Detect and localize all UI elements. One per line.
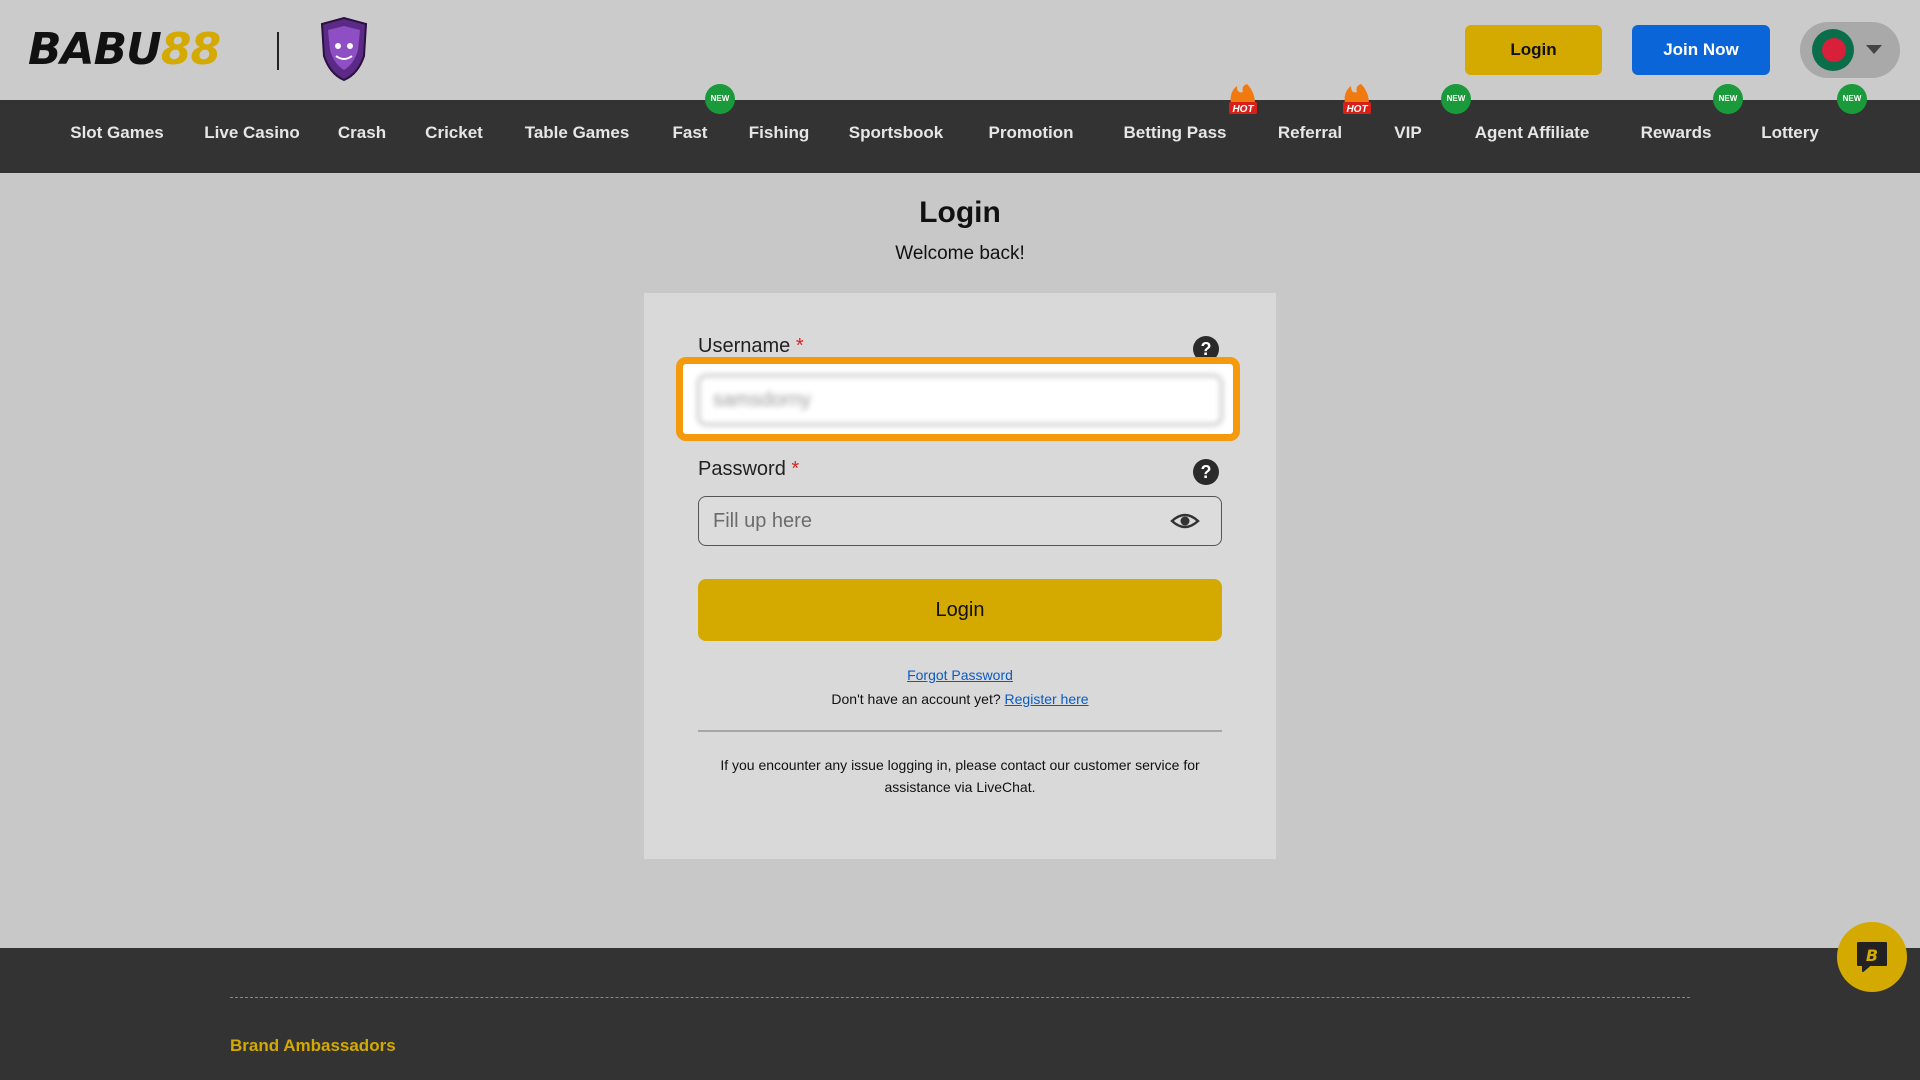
- login-form-card: Username * ? Password * ? Login Forgot P…: [644, 293, 1276, 859]
- language-selector[interactable]: [1800, 22, 1900, 78]
- nav-item-table-games[interactable]: Table Games: [525, 100, 630, 173]
- new-badge: NEW: [1713, 84, 1743, 114]
- nav-item-rewards[interactable]: Rewards: [1641, 100, 1712, 173]
- username-label: Username *: [698, 335, 804, 357]
- register-row: Don't have an account yet? Register here: [644, 691, 1276, 707]
- header-login-button[interactable]: Login: [1465, 25, 1602, 75]
- page-title: Login: [919, 196, 1001, 229]
- password-help-icon[interactable]: ?: [1193, 459, 1219, 485]
- svg-text:HOT: HOT: [1346, 104, 1368, 115]
- new-badge: NEW: [705, 84, 735, 114]
- nav-item-fast[interactable]: Fast: [673, 100, 708, 173]
- show-password-eye-icon[interactable]: [1170, 509, 1200, 533]
- register-link[interactable]: Register here: [1005, 691, 1089, 707]
- footer-divider: [230, 997, 1690, 998]
- top-header: BABU88 Login Join Now: [0, 0, 1920, 100]
- no-account-text: Don't have an account yet?: [831, 691, 1001, 707]
- support-notice: If you encounter any issue logging in, p…: [720, 757, 1200, 795]
- page-subtitle: Welcome back!: [895, 243, 1025, 264]
- hot-fire-icon: HOT: [1229, 84, 1257, 115]
- new-badge: NEW: [1441, 84, 1471, 114]
- hot-fire-icon: HOT: [1343, 84, 1371, 115]
- forgot-password-link[interactable]: Forgot Password: [907, 667, 1013, 683]
- footer: Brand Ambassadors: [0, 948, 1920, 1080]
- chevron-down-icon: [1866, 45, 1882, 54]
- nav-item-fishing[interactable]: Fishing: [749, 100, 809, 173]
- nav-item-slot-games[interactable]: Slot Games: [70, 100, 164, 173]
- nav-item-betting-pass[interactable]: Betting Pass: [1124, 100, 1227, 173]
- svg-text:HOT: HOT: [1232, 104, 1254, 115]
- nav-item-vip[interactable]: VIP: [1394, 100, 1421, 173]
- password-input[interactable]: [698, 496, 1222, 546]
- logo-text-part1: BABU: [28, 24, 162, 75]
- join-now-button[interactable]: Join Now: [1632, 25, 1770, 75]
- team-crest-icon: [320, 16, 368, 82]
- main-nav: Slot Games Live Casino Crash Cricket Table G…: [0, 84, 1920, 173]
- brand-logo[interactable]: BABU88: [28, 28, 221, 72]
- nav-item-cricket[interactable]: Cricket: [425, 100, 483, 173]
- logo-divider: [277, 32, 279, 70]
- username-input[interactable]: [698, 375, 1222, 425]
- svg-text:B: B: [1866, 946, 1878, 965]
- nav-item-agent-affiliate[interactable]: Agent Affiliate: [1475, 100, 1590, 173]
- form-divider: [698, 730, 1222, 732]
- password-label: Password *: [698, 458, 800, 480]
- nav-item-promotion[interactable]: Promotion: [989, 100, 1074, 173]
- brand-ambassadors-heading: Brand Ambassadors: [230, 1036, 396, 1055]
- nav-item-sportsbook[interactable]: Sportsbook: [849, 100, 943, 173]
- logo-text-part2: 88: [160, 24, 221, 75]
- chat-icon: B: [1857, 942, 1887, 972]
- nav-item-live-casino[interactable]: Live Casino: [204, 100, 299, 173]
- nav-item-lottery[interactable]: Lottery: [1761, 100, 1819, 173]
- login-submit-button[interactable]: Login: [698, 579, 1222, 641]
- nav-item-crash[interactable]: Crash: [338, 100, 386, 173]
- forgot-password-row: Forgot Password: [644, 667, 1276, 683]
- bangladesh-flag-icon: [1812, 29, 1854, 71]
- nav-item-referral[interactable]: Referral: [1278, 100, 1342, 173]
- new-badge: NEW: [1837, 84, 1867, 114]
- live-chat-button[interactable]: B: [1837, 922, 1907, 992]
